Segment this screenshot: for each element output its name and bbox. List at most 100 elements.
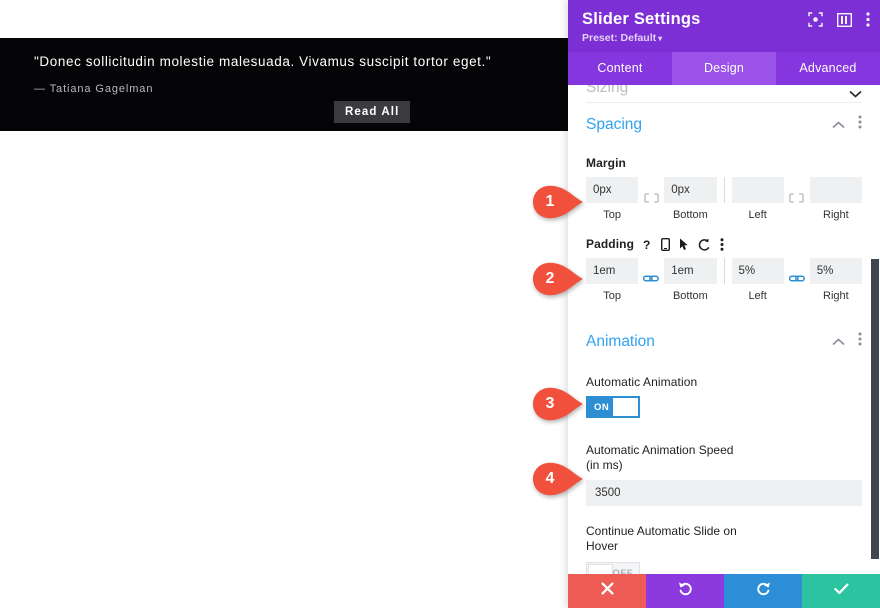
- section-title-animation: Animation: [586, 332, 655, 350]
- section-title-sizing: Sizing: [586, 85, 629, 96]
- step-marker-1: 1: [532, 185, 584, 219]
- margin-top-label: Top: [603, 209, 621, 221]
- padding-top-cell: Top: [586, 258, 639, 302]
- margin-right-label: Right: [823, 209, 849, 221]
- help-icon[interactable]: ?: [643, 238, 652, 251]
- padding-link-vertical-icon[interactable]: [638, 271, 664, 289]
- margin-link-horizontal-icon[interactable]: [784, 190, 810, 208]
- redo-button[interactable]: [724, 574, 802, 608]
- padding-top-label: Top: [603, 290, 621, 302]
- focus-target-icon[interactable]: [808, 12, 823, 32]
- margin-top-input[interactable]: [586, 177, 639, 203]
- panel-layout-icon[interactable]: [836, 12, 853, 32]
- field-continue-on-hover: Continue Automatic Slide on Hover OFF: [586, 510, 862, 574]
- cancel-button[interactable]: [568, 574, 646, 608]
- panel-footer: [568, 574, 880, 608]
- undo-button[interactable]: [646, 574, 724, 608]
- step-marker-4-number: 4: [545, 470, 555, 487]
- margin-label: Margin: [586, 156, 626, 170]
- animation-speed-label-line2: (in ms): [586, 458, 623, 472]
- padding-left-input[interactable]: [731, 258, 784, 284]
- field-padding: Padding ? 1em Top 1em Bottom 5% Left 5% …: [586, 225, 862, 306]
- margin-label-row: Margin: [586, 156, 862, 170]
- panel-tabs: Content Design Advanced: [568, 52, 880, 85]
- padding-top-input[interactable]: [586, 258, 639, 284]
- padding-bottom-label: Bottom: [672, 290, 708, 302]
- panel-scroll-body[interactable]: Sizing Spacing Margin 0px Top 0px Bottom…: [568, 85, 880, 574]
- margin-bottom-cell: Bottom: [664, 177, 717, 221]
- margin-bottom-label: Bottom: [672, 209, 708, 221]
- slider-preview[interactable]: "Donec sollicitudin molestie malesuada. …: [0, 38, 568, 131]
- tab-advanced[interactable]: Advanced: [776, 52, 880, 85]
- more-options-icon[interactable]: [858, 115, 862, 134]
- toggle-state-label: OFF: [612, 567, 633, 575]
- continue-on-hover-toggle[interactable]: OFF: [586, 562, 640, 574]
- section-header-sizing[interactable]: Sizing: [586, 85, 862, 103]
- margin-fields: Top Bottom: [586, 177, 862, 221]
- padding-left-cell: Left: [731, 258, 784, 302]
- step-marker-4: 4: [532, 462, 584, 496]
- tab-content[interactable]: Content: [568, 52, 672, 85]
- tab-design[interactable]: Design: [672, 52, 776, 85]
- more-options-icon[interactable]: [720, 237, 724, 251]
- padding-bottom-input[interactable]: [664, 258, 717, 284]
- redo-icon: [756, 581, 771, 601]
- more-options-icon[interactable]: [866, 12, 870, 32]
- preset-label: Preset: Default: [582, 32, 657, 44]
- animation-speed-input[interactable]: [586, 480, 862, 506]
- chevron-down-icon: ▾: [658, 34, 663, 43]
- section-header-spacing[interactable]: Spacing: [586, 103, 862, 144]
- margin-right-input[interactable]: [809, 177, 862, 203]
- section-header-animation[interactable]: Animation: [586, 320, 862, 361]
- screen-root: "Donec sollicitudin molestie malesuada. …: [0, 0, 880, 608]
- preset-selector[interactable]: Preset: Default ▾: [582, 32, 866, 44]
- field-margin: Margin Top: [586, 144, 862, 225]
- margin-link-vertical-icon[interactable]: [638, 190, 664, 208]
- field-automatic-animation: Automatic Animation ON: [586, 361, 862, 427]
- margin-divider: [723, 177, 725, 203]
- margin-left-label: Left: [748, 209, 767, 221]
- continue-on-hover-label-row: Continue Automatic Slide on Hover: [586, 524, 862, 554]
- animation-speed-label-line1: Automatic Animation Speed: [586, 443, 734, 457]
- padding-fields: Top Bottom: [586, 258, 862, 302]
- continue-on-hover-label-line2: Hover: [586, 539, 619, 553]
- padding-right-cell: Right: [809, 258, 862, 302]
- automatic-animation-toggle[interactable]: ON: [586, 396, 640, 418]
- reset-icon[interactable]: [698, 238, 711, 251]
- chevron-up-icon[interactable]: [832, 333, 845, 351]
- padding-right-label: Right: [823, 290, 849, 302]
- responsive-icon[interactable]: [661, 237, 671, 251]
- margin-bottom-input[interactable]: [664, 177, 717, 203]
- chevron-down-icon[interactable]: [849, 85, 862, 102]
- margin-right-cell: Right: [809, 177, 862, 221]
- save-button[interactable]: [802, 574, 880, 608]
- undo-icon: [678, 581, 693, 601]
- panel-header-icons: [808, 12, 870, 32]
- padding-divider: [723, 258, 725, 284]
- step-marker-2-number: 2: [545, 270, 555, 287]
- hover-cursor-icon[interactable]: [679, 238, 689, 251]
- slide-quote-text: "Donec sollicitudin molestie malesuada. …: [34, 54, 492, 69]
- toggle-knob: [613, 398, 638, 416]
- step-marker-3-number: 3: [545, 395, 555, 412]
- padding-label-row: Padding ?: [586, 237, 862, 251]
- margin-left-input[interactable]: [731, 177, 784, 203]
- slider-settings-panel: Slider Settings Preset: Default ▾ Conten…: [568, 0, 880, 608]
- read-all-button[interactable]: Read All: [334, 101, 411, 123]
- padding-bottom-cell: Bottom: [664, 258, 717, 302]
- step-marker-3: 3: [532, 387, 584, 421]
- padding-left-label: Left: [748, 290, 767, 302]
- more-options-icon[interactable]: [858, 332, 862, 351]
- continue-on-hover-label-line1: Continue Automatic Slide on: [586, 524, 737, 538]
- chevron-up-icon[interactable]: [832, 116, 845, 134]
- padding-link-horizontal-icon[interactable]: [784, 271, 810, 289]
- padding-right-input[interactable]: [809, 258, 862, 284]
- toggle-state-label: ON: [594, 401, 610, 413]
- slide-author-text: — Tatiana Gagelman: [34, 83, 154, 95]
- panel-scrollbar[interactable]: [871, 259, 879, 559]
- padding-label: Padding: [586, 237, 635, 251]
- margin-top-cell: Top: [586, 177, 639, 221]
- check-icon: [833, 582, 849, 600]
- automatic-animation-label-row: Automatic Animation: [586, 375, 862, 389]
- toggle-knob: [588, 564, 613, 574]
